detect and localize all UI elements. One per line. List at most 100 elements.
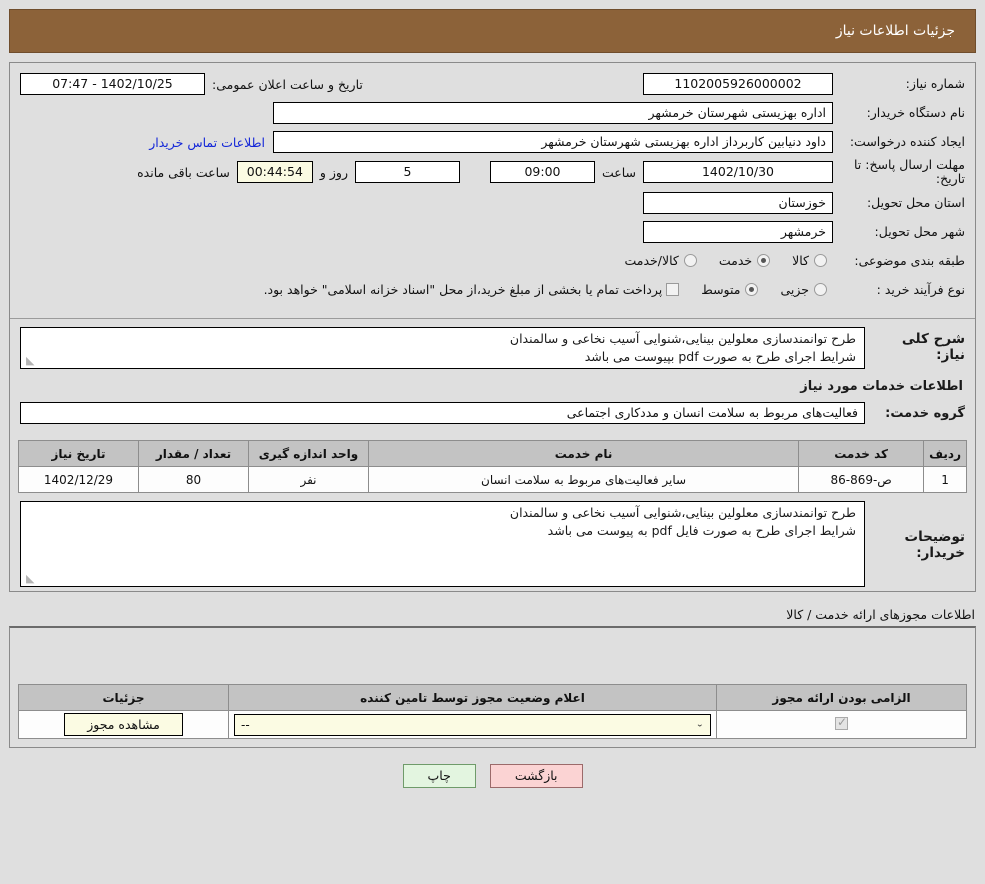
deadline-label: مهلت ارسال پاسخ: تا تاریخ:	[854, 157, 965, 187]
row-buyer-org: نام دستگاه خریدار: اداره بهزیستی شهرستان…	[20, 100, 965, 126]
province-value: خوزستان	[643, 191, 833, 214]
radio-category-kala[interactable]	[814, 254, 827, 268]
category-label: طبقه بندی موضوعی:	[854, 252, 965, 268]
row-general-description: شرح کلی نیاز: طرح توانمندسازی معلولین بی…	[20, 326, 965, 369]
row-deadline: مهلت ارسال پاسخ: تا تاریخ: 1402/10/30 سا…	[20, 157, 965, 187]
resize-grip-icon[interactable]	[24, 356, 34, 366]
back-button[interactable]: بازگشت	[489, 764, 583, 788]
need-number-label: شماره نیاز:	[905, 76, 965, 92]
announce-label: تاریخ و ساعت اعلان عمومی:	[212, 76, 363, 92]
cell-unit: نفر	[248, 466, 369, 493]
remaining-time-value: 00:44:54	[236, 161, 313, 184]
view-permit-button[interactable]: مشاهده مجوز	[64, 713, 183, 736]
buyer-notes-block: توضیحات خریدار: طرح توانمندسازی معلولین …	[10, 501, 975, 591]
buyer-notes-value: طرح توانمندسازی معلولین بینایی،شنوایی آس…	[20, 501, 865, 587]
category-radio-group: کالا خدمت کالا/خدمت	[610, 253, 833, 268]
col-permit-required: الزامی بودن ارائه مجوز	[716, 684, 967, 711]
row-need-number: شماره نیاز: 1102005926000002 تاریخ و ساع…	[20, 71, 965, 97]
remaining-days-value: 5	[354, 161, 460, 184]
col-service-name: نام خدمت	[367, 440, 800, 467]
permits-table: الزامی بودن ارائه مجوز اعلام وضعیت مجوز …	[18, 684, 967, 739]
footer-actions: بازگشت چاپ	[0, 754, 985, 788]
days-label: روز و	[319, 164, 348, 180]
treasury-checkbox[interactable]	[666, 283, 680, 297]
treasury-note: پرداخت تمام یا بخشی از مبلغ خرید،از محل …	[263, 282, 663, 298]
cell-permit-details: مشاهده مجوز	[18, 710, 229, 739]
row-province: استان محل تحویل: خوزستان	[20, 190, 965, 216]
radio-process-motevaset[interactable]	[745, 283, 759, 297]
col-radif: ردیف	[923, 440, 967, 467]
creator-label: ایجاد کننده درخواست:	[849, 134, 965, 150]
col-service-code: کد خدمت	[798, 440, 925, 467]
buyer-notes-line2: شرایط اجرای طرح به صورت فایل pdf به پیوس…	[547, 523, 856, 539]
radio-category-kala-khedmat[interactable]	[683, 254, 697, 268]
buyer-notes-label: توضیحات خریدار:	[904, 529, 965, 561]
hour-label: ساعت	[601, 164, 636, 180]
row-delivery-city: شهر محل تحویل: خرمشهر	[20, 219, 965, 245]
permit-status-value: --	[241, 717, 250, 732]
radio-category-khedmat[interactable]	[757, 254, 771, 268]
buyer-contact-link[interactable]: اطلاعات تماس خریدار	[141, 135, 273, 150]
announce-value: 1402/10/25 - 07:47	[20, 73, 205, 95]
services-table-header-row: ردیف کد خدمت نام خدمت واحد اندازه گیری ت…	[18, 440, 967, 467]
process-radio-group: جزیی متوسط	[687, 282, 833, 297]
col-permit-details: جزئیات	[18, 684, 229, 711]
deadline-hour-value: 09:00	[489, 161, 595, 184]
page-title-bar: جزئیات اطلاعات نیاز	[9, 9, 976, 53]
buyer-notes-resize-grip-icon[interactable]	[24, 574, 34, 584]
table-row: ⌄ -- مشاهده مجوز	[18, 710, 967, 739]
buyer-notes-line1: طرح توانمندسازی معلولین بینایی،شنوایی آس…	[509, 505, 856, 520]
service-group-value: فعالیت‌های مربوط به سلامت انسان و مددکار…	[20, 402, 865, 424]
table-row: 1 ص-869-86 سایر فعالیت‌های مربوط به سلام…	[18, 466, 967, 493]
general-description-line1: طرح توانمندسازی معلولین بینایی،شنوایی آس…	[509, 330, 856, 346]
radio-category-kala-label: کالا	[792, 253, 809, 269]
radio-category-kala-khedmat-label: کالا/خدمت	[624, 253, 679, 269]
province-label: استان محل تحویل:	[866, 194, 965, 210]
delivery-city-label: شهر محل تحویل:	[874, 223, 965, 239]
page-root: جزئیات اطلاعات نیاز شماره نیاز: 11020059…	[0, 9, 985, 788]
need-number-value: 1102005926000002	[643, 73, 833, 95]
buyer-org-value: اداره بهزیستی شهرستان خرمشهر	[273, 102, 833, 124]
creator-value: داود دنیابین کاربرداز اداره بهزیستی شهرس…	[273, 131, 833, 153]
radio-category-khedmat-label: خدمت	[718, 253, 753, 269]
need-details-panel: شماره نیاز: 1102005926000002 تاریخ و ساع…	[9, 62, 976, 592]
radio-process-jozee[interactable]	[814, 283, 827, 297]
permits-panel: الزامی بودن ارائه مجوز اعلام وضعیت مجوز …	[9, 626, 976, 748]
col-permit-status: اعلام وضعیت مجوز توسط تامین کننده	[228, 684, 717, 711]
page-title: جزئیات اطلاعات نیاز	[835, 23, 955, 39]
print-button[interactable]: چاپ	[402, 764, 476, 788]
services-table: ردیف کد خدمت نام خدمت واحد اندازه گیری ت…	[18, 440, 967, 493]
row-service-group: گروه خدمت: فعالیت‌های مربوط به سلامت انس…	[20, 400, 965, 432]
service-group-label: گروه خدمت:	[885, 405, 965, 421]
remaining-label: ساعت باقی مانده	[137, 164, 230, 180]
announce-group: تاریخ و ساعت اعلان عمومی: 1402/10/25 - 0…	[20, 73, 370, 95]
need-fields-block: شماره نیاز: 1102005926000002 تاریخ و ساع…	[10, 63, 975, 312]
col-need-date: تاریخ نیاز	[18, 440, 139, 467]
process-label: نوع فرآیند خرید :	[876, 281, 965, 297]
row-category: طبقه بندی موضوعی: کالا خدمت کالا/خدمت	[20, 248, 965, 274]
cell-radif: 1	[923, 466, 967, 493]
deadline-date-value: 1402/10/30	[643, 161, 833, 184]
cell-permit-status: ⌄ --	[228, 710, 717, 739]
services-section-title: اطلاعات خدمات مورد نیاز	[800, 379, 963, 394]
general-description-line2: شرایط اجرای طرح به صورت pdf بپیوست می با…	[584, 348, 856, 364]
general-description-value: طرح توانمندسازی معلولین بینایی،شنوایی آس…	[20, 326, 865, 369]
description-block: شرح کلی نیاز: طرح توانمندسازی معلولین بی…	[10, 319, 975, 436]
permit-required-checkbox	[835, 715, 848, 730]
buyer-org-label: نام دستگاه خریدار:	[866, 105, 965, 121]
permit-status-select[interactable]: ⌄ --	[234, 713, 711, 736]
general-description-label: شرح کلی نیاز:	[901, 330, 965, 363]
cell-permit-required	[716, 710, 967, 739]
permits-table-header-row: الزامی بودن ارائه مجوز اعلام وضعیت مجوز …	[18, 684, 967, 711]
row-buyer-notes: توضیحات خریدار: طرح توانمندسازی معلولین …	[20, 501, 965, 587]
delivery-city-value: خرمشهر	[643, 220, 833, 243]
cell-need-date: 1402/12/29	[18, 466, 139, 493]
row-process-type: نوع فرآیند خرید : جزیی متوسط پرداخت تمام…	[20, 277, 965, 303]
cell-service-name: سایر فعالیت‌های مربوط به سلامت انسان	[367, 466, 800, 493]
col-unit: واحد اندازه گیری	[248, 440, 369, 467]
cell-service-code: ص-869-86	[798, 466, 925, 493]
chevron-down-icon: ⌄	[695, 719, 704, 729]
radio-process-jozee-label: جزیی	[780, 282, 809, 298]
cell-quantity: 80	[138, 466, 249, 493]
col-quantity: تعداد / مقدار	[138, 440, 249, 467]
